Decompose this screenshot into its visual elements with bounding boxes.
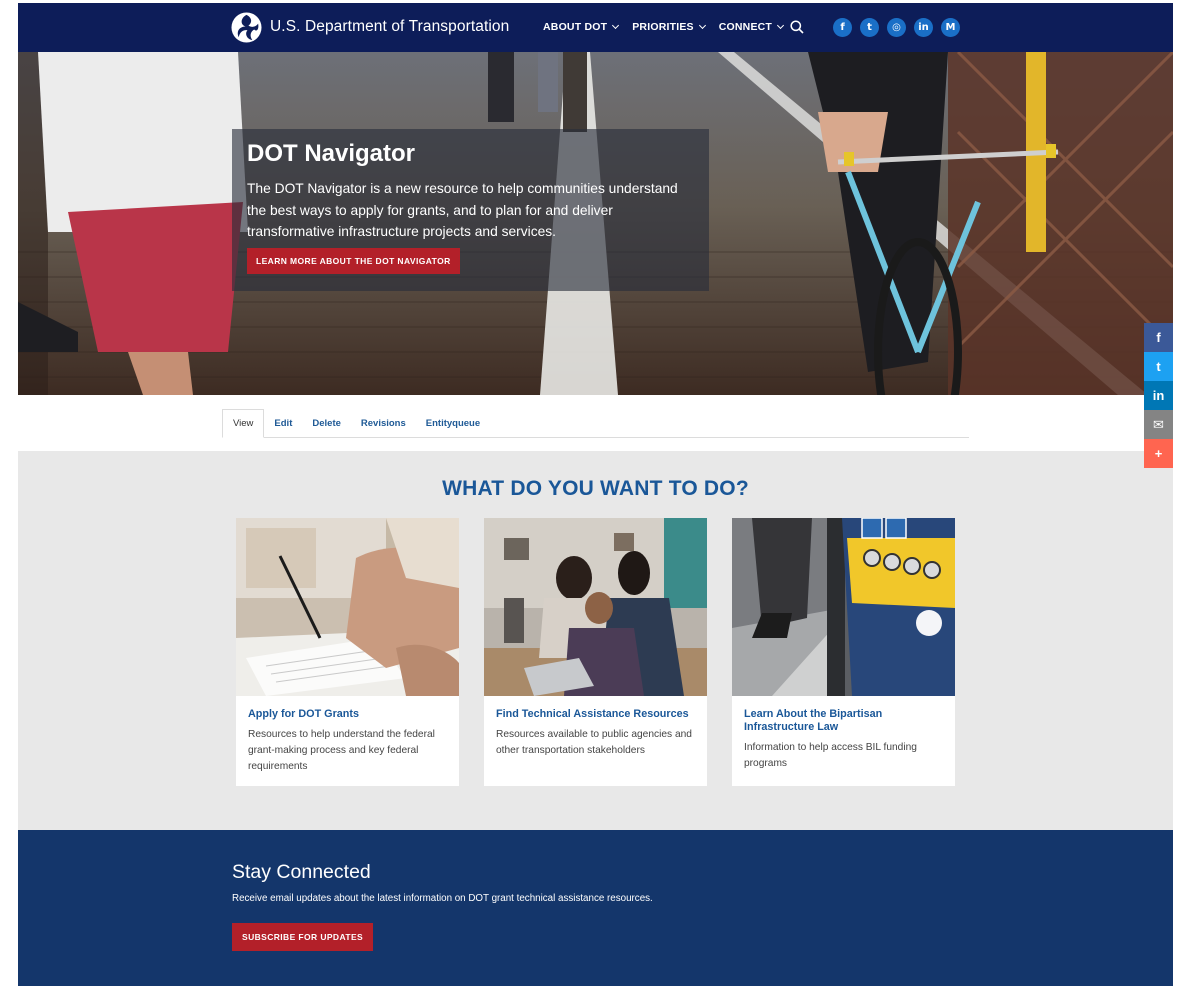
team-at-laptop-photo bbox=[484, 518, 707, 696]
stay-connected-footer: Stay Connected Receive email updates abo… bbox=[18, 830, 1173, 986]
chevron-down-icon bbox=[612, 21, 620, 30]
hero-banner: DOT Navigator The DOT Navigator is a new… bbox=[18, 52, 1173, 395]
subscribe-button[interactable]: SUBSCRIBE FOR UPDATES bbox=[232, 923, 374, 951]
twitter-share-icon[interactable]: t bbox=[1144, 352, 1173, 381]
tab-view[interactable]: View bbox=[222, 409, 265, 438]
nav-priorities[interactable]: PRIORITIES bbox=[632, 21, 706, 33]
card-technical-assistance[interactable]: Find Technical Assistance Resources Reso… bbox=[484, 518, 707, 786]
card-title[interactable]: Apply for DOT Grants bbox=[248, 708, 453, 721]
twitter-icon[interactable]: t bbox=[860, 18, 879, 37]
social-links: f t ◎ in M bbox=[833, 18, 960, 37]
bus-accessibility-photo bbox=[732, 518, 955, 696]
share-bar: f t in ✉ + bbox=[1144, 323, 1173, 468]
instagram-icon[interactable]: ◎ bbox=[887, 18, 906, 37]
facebook-icon[interactable]: f bbox=[833, 18, 852, 37]
card-image bbox=[484, 518, 707, 696]
admin-tabs-area: View Edit Delete Revisions Entityqueue bbox=[18, 395, 1173, 451]
card-bipartisan-law[interactable]: Learn About the Bipartisan Infrastructur… bbox=[732, 518, 955, 786]
tab-edit[interactable]: Edit bbox=[264, 409, 302, 438]
nav-label: PRIORITIES bbox=[632, 21, 694, 33]
card-image bbox=[732, 518, 955, 696]
linkedin-share-icon[interactable]: in bbox=[1144, 381, 1173, 410]
card-title[interactable]: Learn About the Bipartisan Infrastructur… bbox=[744, 708, 949, 733]
card-apply-grants[interactable]: Apply for DOT Grants Resources to help u… bbox=[236, 518, 459, 786]
nav-about-dot[interactable]: ABOUT DOT bbox=[543, 21, 620, 33]
tab-delete[interactable]: Delete bbox=[302, 409, 351, 438]
more-share-icon[interactable]: + bbox=[1144, 439, 1173, 468]
card-description: Resources to help understand the federal… bbox=[248, 729, 435, 772]
medium-icon[interactable]: M bbox=[941, 18, 960, 37]
signing-document-photo bbox=[236, 518, 459, 696]
footer-description: Receive email updates about the latest i… bbox=[232, 893, 653, 904]
section-title: WHAT DO YOU WANT TO DO? bbox=[442, 477, 749, 500]
card-title[interactable]: Find Technical Assistance Resources bbox=[496, 708, 701, 721]
search-icon[interactable] bbox=[790, 20, 804, 34]
hero-title: DOT Navigator bbox=[247, 140, 416, 167]
chevron-down-icon bbox=[698, 21, 706, 30]
hero-callout: DOT Navigator The DOT Navigator is a new… bbox=[232, 129, 709, 291]
admin-tabs: View Edit Delete Revisions Entityqueue bbox=[222, 409, 969, 438]
email-share-icon[interactable]: ✉ bbox=[1144, 410, 1173, 439]
site-header: U.S. Department of Transportation ABOUT … bbox=[18, 3, 1173, 52]
learn-more-button[interactable]: LEARN MORE ABOUT THE DOT NAVIGATOR bbox=[247, 248, 460, 274]
nav-label: CONNECT bbox=[718, 21, 773, 33]
card-description: Resources available to public agencies a… bbox=[496, 729, 692, 756]
chevron-down-icon bbox=[777, 21, 785, 30]
hero-description: The DOT Navigator is a new resource to h… bbox=[247, 181, 678, 239]
nav-connect[interactable]: CONNECT bbox=[718, 21, 785, 33]
tab-revisions[interactable]: Revisions bbox=[351, 409, 416, 438]
tab-entityqueue[interactable]: Entityqueue bbox=[416, 409, 490, 438]
dot-logo-icon[interactable] bbox=[231, 12, 262, 43]
page: U.S. Department of Transportation ABOUT … bbox=[18, 3, 1173, 986]
main-nav: ABOUT DOT PRIORITIES CONNECT bbox=[543, 21, 797, 33]
footer-title: Stay Connected bbox=[232, 861, 371, 883]
linkedin-icon[interactable]: in bbox=[914, 18, 933, 37]
card-description: Information to help access BIL funding p… bbox=[744, 742, 917, 769]
site-name[interactable]: U.S. Department of Transportation bbox=[270, 18, 509, 36]
facebook-share-icon[interactable]: f bbox=[1144, 323, 1173, 352]
nav-label: ABOUT DOT bbox=[543, 21, 608, 33]
card-image bbox=[236, 518, 459, 696]
